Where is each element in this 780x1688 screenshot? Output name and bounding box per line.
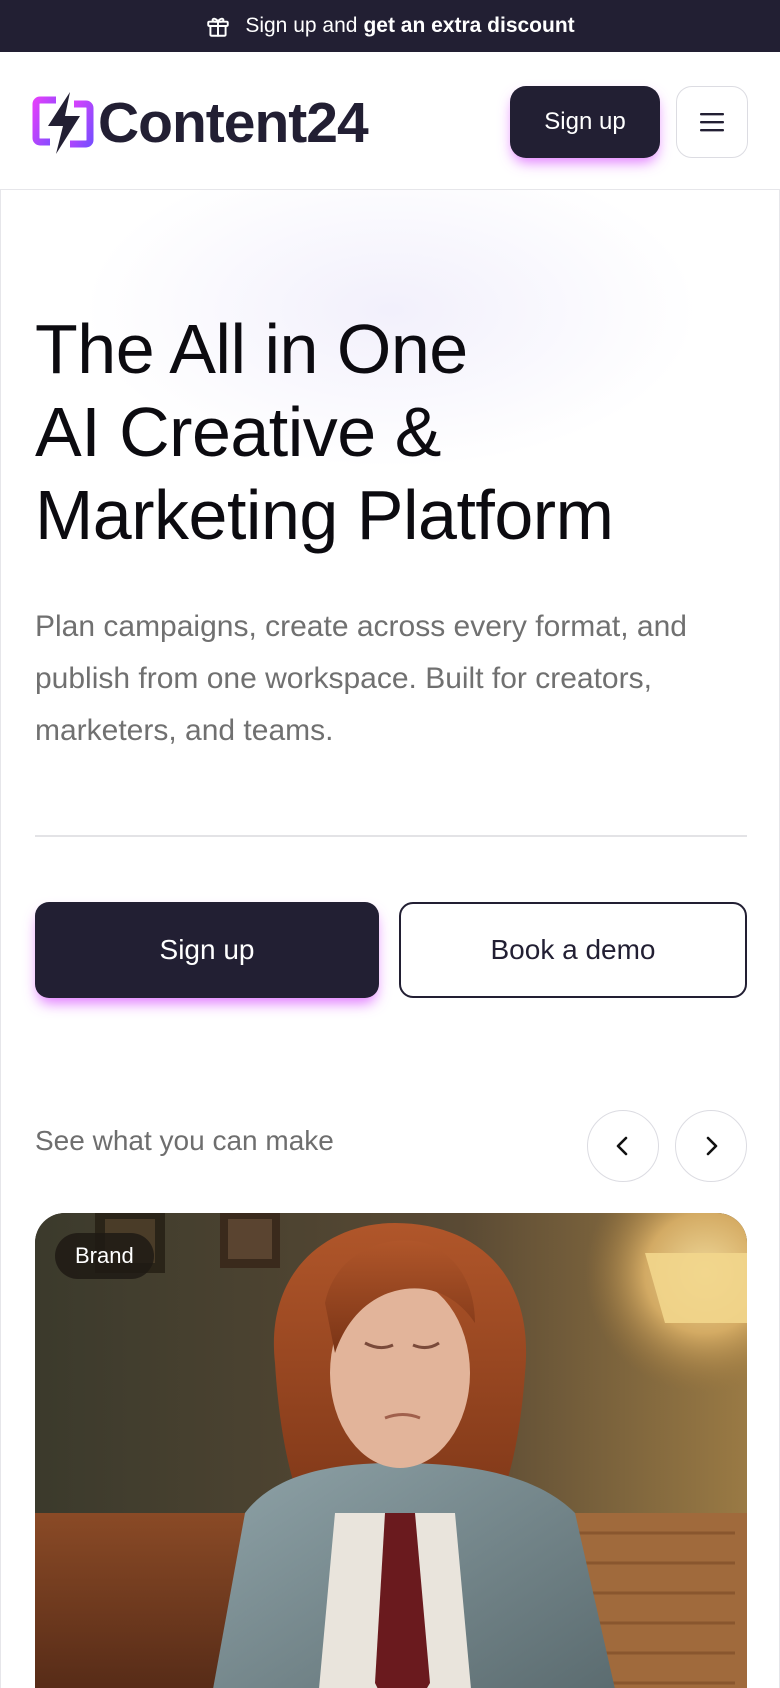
- logo-text: Content24: [98, 90, 369, 155]
- hero-title: The All in One AI Creative & Marketing P…: [35, 308, 755, 557]
- hero-title-line: Marketing Platform: [35, 476, 614, 554]
- divider: [35, 835, 747, 837]
- promo-lead-text: Sign up and: [245, 14, 358, 37]
- promo-strong-text: get an extra discount: [363, 14, 575, 37]
- card-image: [35, 1213, 747, 1688]
- carousel-prev-button[interactable]: [587, 1110, 659, 1182]
- logo[interactable]: Content24: [32, 90, 369, 156]
- hero-subtitle: Plan campaigns, create across every form…: [35, 610, 687, 747]
- hamburger-menu-icon: [700, 113, 724, 132]
- site-header: Content24 Sign up: [0, 52, 780, 190]
- hero-section: The All in One AI Creative & Marketing P…: [0, 190, 780, 1688]
- gallery-label: See what you can make: [35, 1125, 334, 1156]
- hero-title-line: AI Creative &: [35, 393, 441, 471]
- book-demo-button[interactable]: Book a demo: [399, 902, 747, 998]
- chevron-left-icon: [616, 1136, 628, 1156]
- hero-title-line: The All in One: [35, 310, 468, 388]
- logo-bolt-icon: [32, 92, 94, 154]
- promo-banner[interactable]: Sign up and get an extra discount: [0, 0, 780, 52]
- hero-signup-button[interactable]: Sign up: [35, 902, 379, 998]
- header-signup-button[interactable]: Sign up: [510, 86, 660, 158]
- card-badge: Brand: [55, 1233, 154, 1279]
- gallery-card[interactable]: Brand: [35, 1213, 747, 1688]
- chevron-right-icon: [706, 1136, 718, 1156]
- gift-icon: [205, 13, 231, 39]
- carousel-next-button[interactable]: [675, 1110, 747, 1182]
- menu-button[interactable]: [676, 86, 748, 158]
